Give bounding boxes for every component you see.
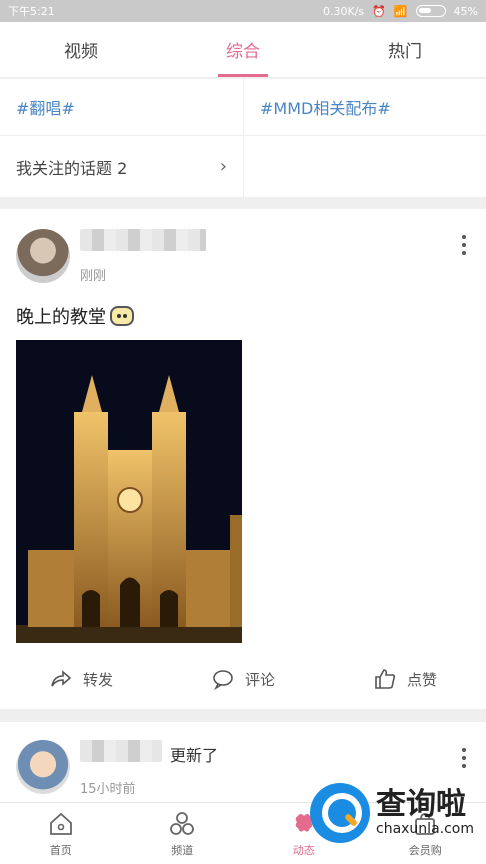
avatar[interactable] <box>16 740 70 794</box>
search-logo-icon <box>310 783 370 843</box>
emoji-icon <box>110 306 134 326</box>
post-time: 15小时前 <box>80 782 136 797</box>
like-button[interactable]: 点赞 <box>324 659 486 699</box>
status-bar: 下午5:21 0.30K/s ⏰ 📶 45% <box>0 0 486 22</box>
topic-mmd[interactable]: #MMD相关配布# <box>244 79 486 136</box>
post-text: 晚上的教堂 <box>16 303 134 329</box>
comment-label: 评论 <box>244 670 275 689</box>
home-icon <box>49 812 72 835</box>
tab-hot[interactable]: 热门 <box>324 22 486 77</box>
comment-button[interactable]: 评论 <box>162 659 324 699</box>
nav-home-label: 首页 <box>49 843 72 857</box>
post-time: 刚刚 <box>80 269 107 284</box>
network-speed: 0.30K/s <box>322 4 365 18</box>
more-icon[interactable] <box>462 748 468 768</box>
thumbs-up-icon <box>375 669 396 689</box>
alarm-icon: ⏰ <box>372 4 386 18</box>
topics-panel: #翻唱# #MMD相关配布# 我关注的话题 2 › <box>0 79 486 197</box>
comment-icon <box>213 670 233 691</box>
top-tabs: 视频 综合 热门 <box>0 22 486 78</box>
watermark: 查询啦 chaxunla.com <box>310 778 486 848</box>
blurred-username <box>80 229 206 251</box>
followed-topics-row[interactable]: 我关注的话题 2 › <box>0 136 244 197</box>
blurred-username <box>80 740 162 762</box>
battery-level: 45% <box>453 4 478 18</box>
status-time: 下午5:21 <box>8 5 55 18</box>
topic-cover-song[interactable]: #翻唱# <box>0 79 244 136</box>
post-text-label: 晚上的教堂 <box>16 307 106 328</box>
nav-home[interactable]: 首页 <box>0 803 122 864</box>
update-suffix: 更新了 <box>170 746 219 765</box>
watermark-cn: 查询啦 <box>376 787 466 822</box>
watermark-text: 查询啦 chaxunla.com <box>376 787 474 838</box>
watermark-en: chaxunla.com <box>376 821 474 837</box>
share-icon <box>51 670 72 687</box>
chevron-right-icon: › <box>219 156 227 177</box>
post-card: 刚刚 晚上的教堂 转发 评论 点赞 <box>0 209 486 709</box>
more-icon[interactable] <box>462 235 468 255</box>
share-button[interactable]: 转发 <box>0 659 162 699</box>
nav-channel[interactable]: 频道 <box>122 803 244 864</box>
cathedral-photo <box>16 375 242 643</box>
wifi-icon: 📶 <box>393 4 408 18</box>
like-label: 点赞 <box>406 670 437 689</box>
post-photo[interactable] <box>16 340 242 643</box>
post-actions: 转发 评论 点赞 <box>0 659 486 699</box>
status-right: 0.30K/s ⏰ 📶 45% <box>323 5 478 18</box>
avatar[interactable] <box>16 229 70 283</box>
battery-icon <box>415 5 446 17</box>
nav-channel-label: 频道 <box>171 843 194 857</box>
share-label: 转发 <box>82 670 113 689</box>
tab-video[interactable]: 视频 <box>0 22 162 77</box>
followed-topics-label: 我关注的话题 2 <box>16 158 128 178</box>
tab-general[interactable]: 综合 <box>162 22 324 77</box>
channel-icon <box>170 811 195 835</box>
